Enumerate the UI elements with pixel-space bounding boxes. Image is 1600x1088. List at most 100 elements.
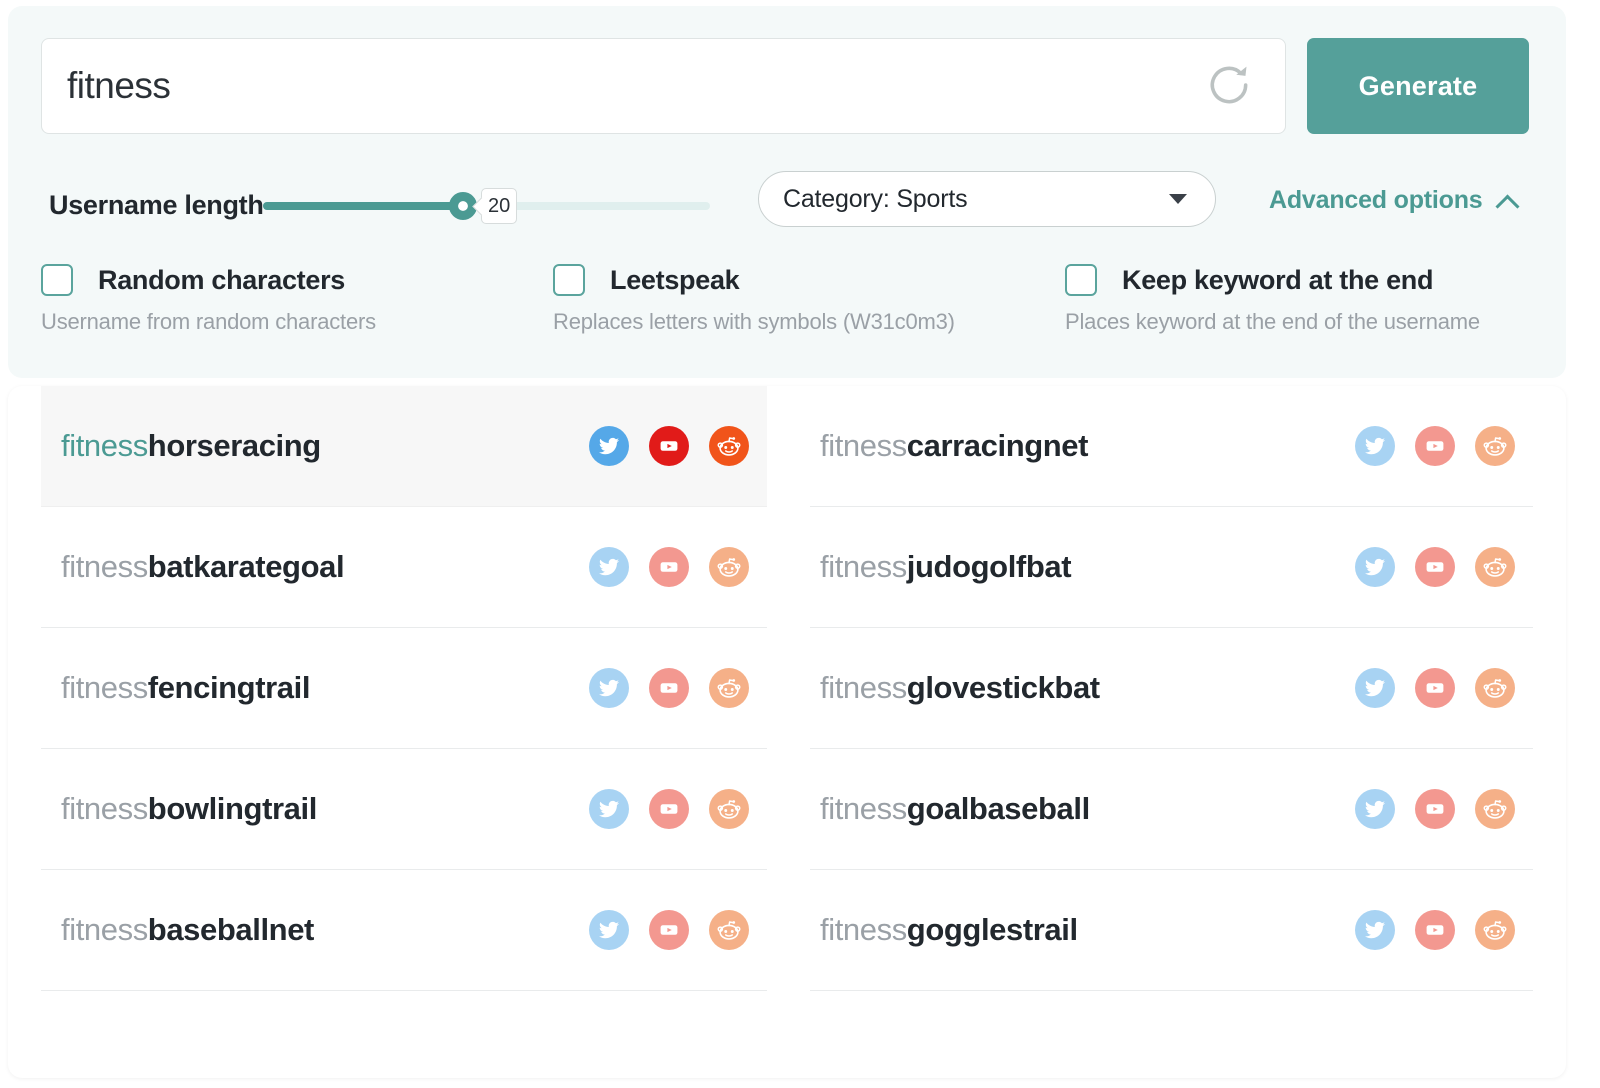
username-keyword-part: fitness: [820, 791, 907, 826]
slider-fill: [263, 202, 463, 210]
username-text: fitnessgogglestrail: [820, 912, 1078, 948]
result-row[interactable]: fitnessglovestickbat: [810, 628, 1533, 749]
social-availability-icons: [1355, 547, 1523, 587]
category-dropdown[interactable]: Category: Sports: [758, 171, 1216, 227]
username-suffix-part: glovestickbat: [907, 670, 1100, 705]
result-row[interactable]: fitnessbowlingtrail: [41, 749, 767, 870]
leetspeak-label[interactable]: Leetspeak: [610, 265, 739, 296]
username-keyword-part: fitness: [820, 549, 907, 584]
category-dropdown-label: Category: Sports: [783, 185, 967, 214]
youtube-icon[interactable]: [1415, 668, 1455, 708]
refresh-button[interactable]: [1201, 58, 1257, 114]
reddit-icon[interactable]: [1475, 547, 1515, 587]
username-suffix-part: carracingnet: [907, 428, 1088, 463]
reddit-icon[interactable]: [709, 910, 749, 950]
result-row[interactable]: fitnessbatkarategoal: [41, 507, 767, 628]
social-availability-icons: [589, 426, 757, 466]
reddit-icon[interactable]: [1475, 426, 1515, 466]
result-row[interactable]: fitnessbaseballnet: [41, 870, 767, 991]
youtube-icon[interactable]: [1415, 910, 1455, 950]
youtube-icon[interactable]: [649, 910, 689, 950]
username-keyword-part: fitness: [61, 549, 148, 584]
username-length-label: Username length: [49, 190, 264, 221]
leetspeak-checkbox[interactable]: [553, 264, 585, 296]
username-suffix-part: fencingtrail: [148, 670, 310, 705]
random-characters-label[interactable]: Random characters: [98, 265, 345, 296]
option-keep-keyword-at-end: Keep keyword at the end Places keyword a…: [1065, 264, 1535, 335]
random-characters-checkbox[interactable]: [41, 264, 73, 296]
username-keyword-part: fitness: [61, 791, 148, 826]
username-text: fitnessbowlingtrail: [61, 791, 317, 827]
username-text: fitnessglovestickbat: [820, 670, 1100, 706]
twitter-icon[interactable]: [1355, 668, 1395, 708]
username-keyword-part: fitness: [61, 912, 148, 947]
youtube-icon[interactable]: [649, 547, 689, 587]
result-row[interactable]: fitnessjudogolfbat: [810, 507, 1533, 628]
twitter-icon[interactable]: [589, 426, 629, 466]
keyword-input[interactable]: [42, 65, 1142, 107]
username-generator-page: Generate Username length 20 Category: Sp…: [0, 0, 1600, 1088]
advanced-options-label: Advanced options: [1269, 186, 1483, 215]
result-row[interactable]: fitnesscarracingnet: [810, 386, 1533, 507]
reddit-icon[interactable]: [1475, 789, 1515, 829]
username-keyword-part: fitness: [61, 428, 148, 463]
twitter-icon[interactable]: [1355, 910, 1395, 950]
chevron-up-icon: [1497, 194, 1519, 207]
youtube-icon[interactable]: [1415, 426, 1455, 466]
username-keyword-part: fitness: [61, 670, 148, 705]
twitter-icon[interactable]: [589, 789, 629, 829]
keyword-search-box[interactable]: [41, 38, 1286, 134]
results-card: fitnesshorseracingfitnessbatkarategoalfi…: [8, 386, 1566, 1078]
twitter-icon[interactable]: [1355, 547, 1395, 587]
keep-keyword-description: Places keyword at the end of the usernam…: [1065, 309, 1535, 335]
twitter-icon[interactable]: [589, 547, 629, 587]
reddit-icon[interactable]: [1475, 668, 1515, 708]
reddit-icon[interactable]: [1475, 910, 1515, 950]
social-availability-icons: [589, 789, 757, 829]
option-leetspeak: Leetspeak Replaces letters with symbols …: [553, 264, 1065, 335]
social-availability-icons: [1355, 426, 1523, 466]
reddit-icon[interactable]: [709, 668, 749, 708]
username-suffix-part: baseballnet: [148, 912, 314, 947]
username-suffix-part: goalbaseball: [907, 791, 1090, 826]
reddit-icon[interactable]: [709, 789, 749, 829]
username-keyword-part: fitness: [820, 912, 907, 947]
username-suffix-part: bowlingtrail: [148, 791, 317, 826]
result-row[interactable]: fitnessgogglestrail: [810, 870, 1533, 991]
result-row[interactable]: fitnessfencingtrail: [41, 628, 767, 749]
twitter-icon[interactable]: [589, 910, 629, 950]
youtube-icon[interactable]: [1415, 547, 1455, 587]
option-random-characters: Random characters Username from random c…: [41, 264, 553, 335]
slider-value-bubble: 20: [481, 188, 517, 224]
leetspeak-description: Replaces letters with symbols (W31c0m3): [553, 309, 1065, 335]
youtube-icon[interactable]: [649, 426, 689, 466]
chevron-down-icon: [1169, 194, 1187, 204]
controls-row: Username length 20 Category: Sports Adva…: [41, 178, 1541, 234]
result-row[interactable]: fitnesshorseracing: [41, 386, 767, 507]
keep-keyword-label[interactable]: Keep keyword at the end: [1122, 265, 1433, 296]
username-length-slider[interactable]: 20: [263, 178, 710, 234]
results-column-right: fitnesscarracingnetfitnessjudogolfbatfit…: [787, 386, 1566, 991]
search-row: Generate: [41, 38, 1529, 134]
youtube-icon[interactable]: [649, 668, 689, 708]
username-suffix-part: judogolfbat: [907, 549, 1071, 584]
username-suffix-part: horseracing: [148, 428, 321, 463]
keep-keyword-checkbox[interactable]: [1065, 264, 1097, 296]
youtube-icon[interactable]: [1415, 789, 1455, 829]
reddit-icon[interactable]: [709, 547, 749, 587]
advanced-options-toggle[interactable]: Advanced options: [1269, 186, 1519, 215]
reddit-icon[interactable]: [709, 426, 749, 466]
generate-button[interactable]: Generate: [1307, 38, 1529, 134]
twitter-icon[interactable]: [1355, 426, 1395, 466]
random-characters-description: Username from random characters: [41, 309, 553, 335]
youtube-icon[interactable]: [649, 789, 689, 829]
username-text: fitnesshorseracing: [61, 428, 321, 464]
social-availability-icons: [1355, 789, 1523, 829]
twitter-icon[interactable]: [589, 668, 629, 708]
twitter-icon[interactable]: [1355, 789, 1395, 829]
username-text: fitnesscarracingnet: [820, 428, 1088, 464]
result-row[interactable]: fitnessgoalbaseball: [810, 749, 1533, 870]
social-availability-icons: [589, 910, 757, 950]
username-text: fitnessgoalbaseball: [820, 791, 1090, 827]
username-keyword-part: fitness: [820, 428, 907, 463]
